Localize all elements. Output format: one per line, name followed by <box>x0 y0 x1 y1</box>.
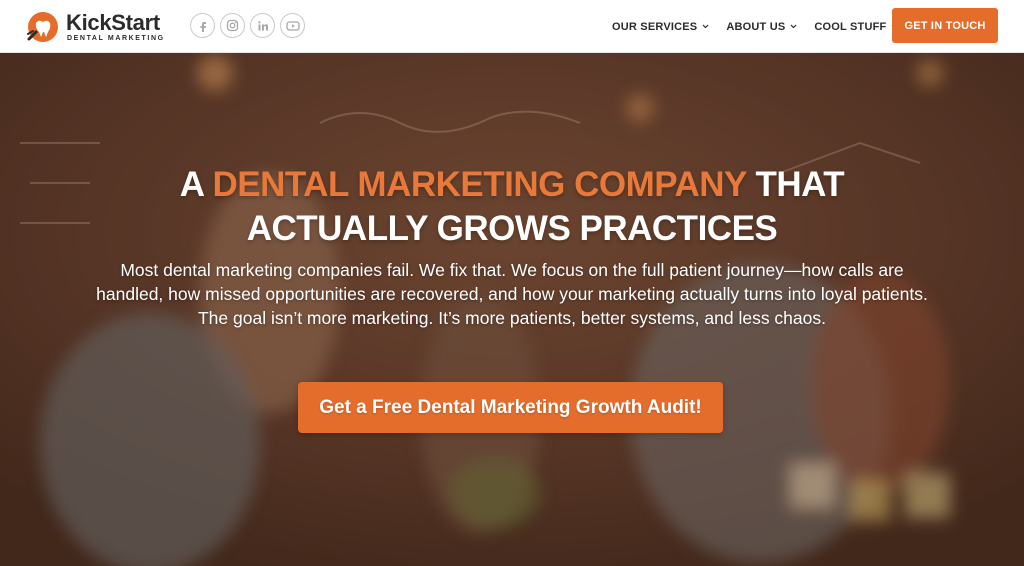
logo[interactable]: KickStart DENTAL MARKETING <box>25 9 165 45</box>
nav-label: COOL STUFF <box>814 20 887 33</box>
youtube-link[interactable] <box>280 13 305 38</box>
nav-label: ABOUT US <box>726 20 786 33</box>
social-links <box>190 13 305 39</box>
instagram-link[interactable] <box>220 13 245 38</box>
chevron-down-icon <box>702 24 709 29</box>
youtube-icon <box>285 20 300 31</box>
get-in-touch-button[interactable]: GET IN TOUCH <box>892 8 998 43</box>
logo-name: KickStart <box>66 10 160 35</box>
chevron-down-icon <box>790 24 797 29</box>
main-nav: OUR SERVICES ABOUT US COOL STUFF <box>612 0 915 53</box>
linkedin-link[interactable] <box>250 13 275 38</box>
nav-our-services[interactable]: OUR SERVICES <box>612 0 709 53</box>
headline-accent: DENTAL MARKETING COMPANY <box>212 165 747 204</box>
headline-post-first-word: THAT <box>746 165 845 204</box>
instagram-icon <box>226 19 239 32</box>
free-audit-button[interactable]: Get a Free Dental Marketing Growth Audit… <box>298 382 723 433</box>
hero-subtext: Most dental marketing companies fail. We… <box>96 260 928 328</box>
hero-section: A DENTAL MARKETING COMPANY THAT ACTUALLY … <box>0 53 1024 566</box>
facebook-link[interactable] <box>190 13 215 38</box>
headline-post: ACTUALLY GROWS PRACTICES <box>246 209 778 248</box>
logo-tagline: DENTAL MARKETING <box>67 35 165 42</box>
site-header: KickStart DENTAL MARKETING OUR SERVICES … <box>0 0 1024 53</box>
nav-label: OUR SERVICES <box>612 20 698 33</box>
nav-about-us[interactable]: ABOUT US <box>726 0 797 53</box>
linkedin-icon <box>257 20 268 30</box>
headline-pre: A <box>179 165 213 204</box>
hero-headline: A DENTAL MARKETING COMPANY THAT ACTUALLY … <box>0 163 1024 251</box>
tooth-rocket-icon <box>27 12 58 42</box>
nav-cool-stuff[interactable]: COOL STUFF <box>814 0 898 53</box>
facebook-icon <box>200 21 206 32</box>
